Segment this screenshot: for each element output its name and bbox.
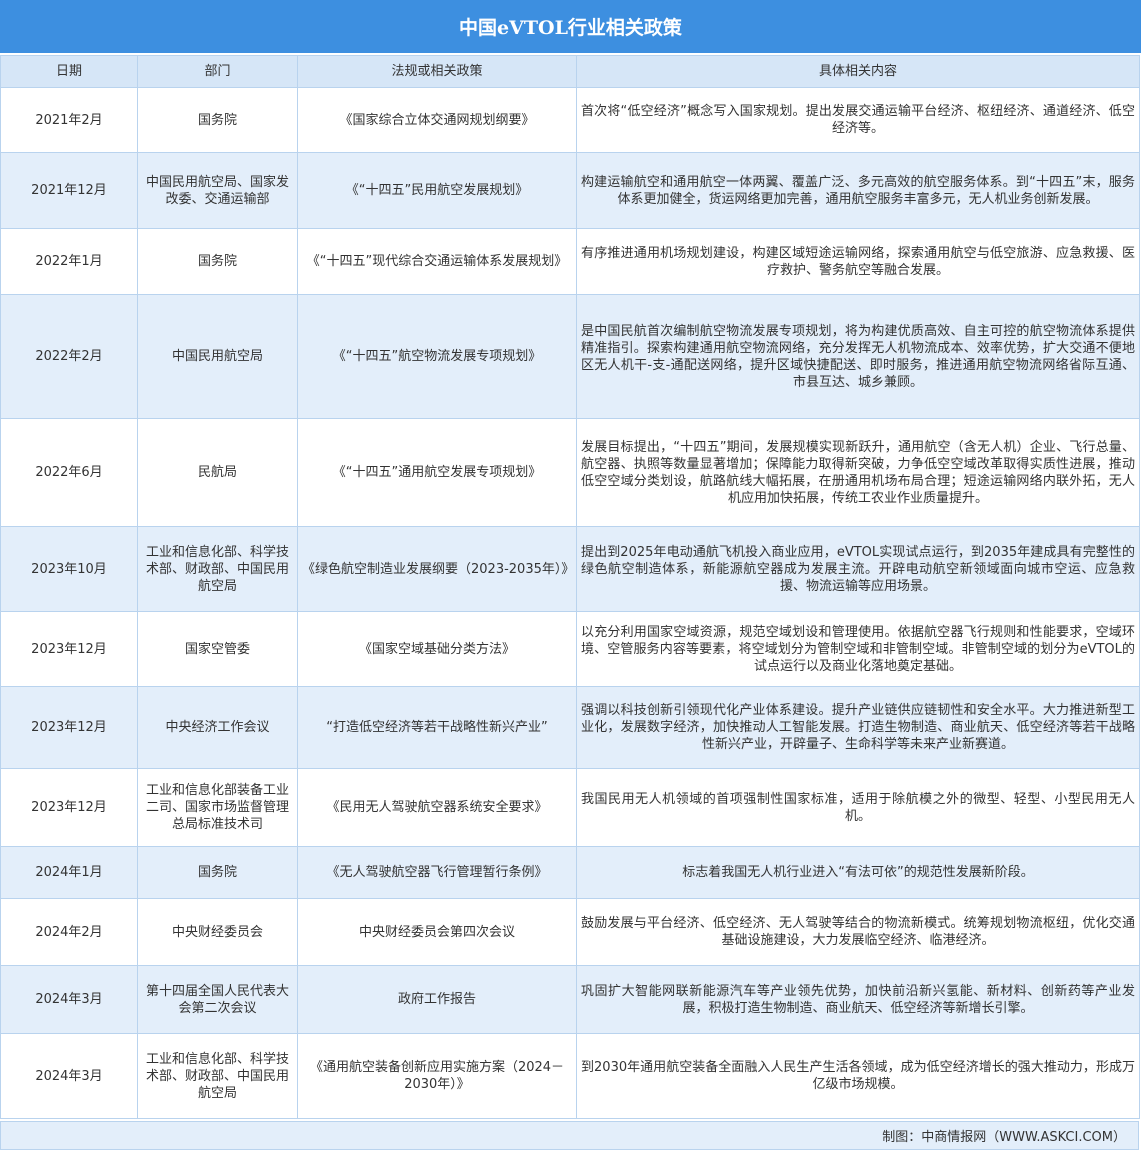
cell-policy: 《国家空域基础分类方法》 bbox=[297, 611, 577, 687]
cell-content: 构建运输航空和通用航空一体两翼、覆盖广泛、多元高效的航空服务体系。到“十四五”末… bbox=[576, 152, 1140, 229]
cell-content: 有序推进通用机场规划建设，构建区域短途运输网络，探索通用航空与低空旅游、应急救援… bbox=[576, 228, 1140, 295]
policy-table: 日期 部门 法规或相关政策 具体相关内容 2021年2月 国务院 《国家综合立体… bbox=[0, 55, 1140, 1119]
cell-department: 工业和信息化部、科学技术部、财政部、中国民用航空局 bbox=[137, 1033, 298, 1119]
cell-department: 国务院 bbox=[137, 228, 298, 295]
table-row: 2024年1月 国务院 《无人驾驶航空器飞行管理暂行条例》 标志着我国无人机行业… bbox=[0, 846, 1140, 899]
cell-policy: “打造低空经济等若干战略性新兴产业” bbox=[297, 686, 577, 769]
cell-date: 2023年10月 bbox=[0, 526, 138, 612]
cell-policy: 《国家综合立体交通网规划纲要》 bbox=[297, 87, 577, 153]
cell-department: 中国民用航空局、国家发改委、交通运输部 bbox=[137, 152, 298, 229]
cell-content: 鼓励发展与平台经济、低空经济、无人驾驶等结合的物流新模式。统筹规划物流枢纽，优化… bbox=[576, 898, 1140, 966]
cell-department: 中央财经委员会 bbox=[137, 898, 298, 966]
cell-policy: 《绿色航空制造业发展纲要（2023-2035年）》 bbox=[297, 526, 577, 612]
table-row: 2024年2月 中央财经委员会 中央财经委员会第四次会议 鼓励发展与平台经济、低… bbox=[0, 898, 1140, 966]
cell-date: 2022年1月 bbox=[0, 228, 138, 295]
cell-policy: 《“十四五”通用航空发展专项规划》 bbox=[297, 418, 577, 527]
cell-content: 是中国民航首次编制航空物流发展专项规划，将为构建优质高效、自主可控的航空物流体系… bbox=[576, 294, 1140, 419]
table-row: 2022年2月 中国民用航空局 《“十四五”航空物流发展专项规划》 是中国民航首… bbox=[0, 294, 1140, 419]
cell-content: 我国民用无人机领域的首项强制性国家标准，适用于除航模之外的微型、轻型、小型民用无… bbox=[576, 768, 1140, 847]
cell-date: 2023年12月 bbox=[0, 611, 138, 687]
cell-policy: 《“十四五”民用航空发展规划》 bbox=[297, 152, 577, 229]
cell-department: 国务院 bbox=[137, 87, 298, 153]
cell-content: 标志着我国无人机行业进入“有法可依”的规范性发展新阶段。 bbox=[576, 846, 1140, 899]
cell-content: 首次将“低空经济”概念写入国家规划。提出发展交通运输平台经济、枢纽经济、通道经济… bbox=[576, 87, 1140, 153]
policy-table-page: 中国eVTOL行业相关政策 日期 部门 法规或相关政策 具体相关内容 2021年… bbox=[0, 0, 1141, 1152]
cell-policy: 《通用航空装备创新应用实施方案（2024－2030年）》 bbox=[297, 1033, 577, 1119]
cell-policy: 《“十四五”航空物流发展专项规划》 bbox=[297, 294, 577, 419]
cell-content: 强调以科技创新引领现代化产业体系建设。提升产业链供应链韧性和安全水平。大力推进新… bbox=[576, 686, 1140, 769]
table-row: 2024年3月 第十四届全国人民代表大会第二次会议 政府工作报告 巩固扩大智能网… bbox=[0, 965, 1140, 1034]
cell-content: 到2030年通用航空装备全面融入人民生产生活各领域，成为低空经济增长的强大推动力… bbox=[576, 1033, 1140, 1119]
cell-date: 2021年12月 bbox=[0, 152, 138, 229]
table-row: 2022年6月 民航局 《“十四五”通用航空发展专项规划》 发展目标提出，“十四… bbox=[0, 418, 1140, 527]
cell-date: 2023年12月 bbox=[0, 768, 138, 847]
table-row: 2023年12月 国家空管委 《国家空域基础分类方法》 以充分利用国家空域资源，… bbox=[0, 611, 1140, 687]
cell-date: 2024年3月 bbox=[0, 1033, 138, 1119]
table-row: 2023年10月 工业和信息化部、科学技术部、财政部、中国民用航空局 《绿色航空… bbox=[0, 526, 1140, 612]
cell-policy: 政府工作报告 bbox=[297, 965, 577, 1034]
cell-content: 提出到2025年电动通航飞机投入商业应用，eVTOL实现试点运行，到2035年建… bbox=[576, 526, 1140, 612]
cell-department: 国务院 bbox=[137, 846, 298, 899]
cell-department: 工业和信息化部、科学技术部、财政部、中国民用航空局 bbox=[137, 526, 298, 612]
cell-department: 工业和信息化部装备工业二司、国家市场监督管理总局标准技术司 bbox=[137, 768, 298, 847]
source-credit: 制图：中商情报网（WWW.ASKCI.COM） bbox=[882, 1130, 1126, 1145]
table-header-row: 日期 部门 法规或相关政策 具体相关内容 bbox=[0, 55, 1140, 88]
cell-department: 第十四届全国人民代表大会第二次会议 bbox=[137, 965, 298, 1034]
header-date: 日期 bbox=[0, 55, 138, 88]
cell-content: 巩固扩大智能网联新能源汽车等产业领先优势，加快前沿新兴氢能、新材料、创新药等产业… bbox=[576, 965, 1140, 1034]
cell-policy: 《民用无人驾驶航空器系统安全要求》 bbox=[297, 768, 577, 847]
cell-policy: 中央财经委员会第四次会议 bbox=[297, 898, 577, 966]
cell-date: 2022年6月 bbox=[0, 418, 138, 527]
cell-policy: 《“十四五”现代综合交通运输体系发展规划》 bbox=[297, 228, 577, 295]
table-row: 2022年1月 国务院 《“十四五”现代综合交通运输体系发展规划》 有序推进通用… bbox=[0, 228, 1140, 295]
table-row: 2021年2月 国务院 《国家综合立体交通网规划纲要》 首次将“低空经济”概念写… bbox=[0, 87, 1140, 153]
cell-date: 2024年2月 bbox=[0, 898, 138, 966]
cell-date: 2023年12月 bbox=[0, 686, 138, 769]
cell-date: 2022年2月 bbox=[0, 294, 138, 419]
cell-department: 中央经济工作会议 bbox=[137, 686, 298, 769]
table-row: 2024年3月 工业和信息化部、科学技术部、财政部、中国民用航空局 《通用航空装… bbox=[0, 1033, 1140, 1119]
cell-content: 以充分利用国家空域资源，规范空域划设和管理使用。依据航空器飞行规则和性能要求，空… bbox=[576, 611, 1140, 687]
cell-date: 2024年3月 bbox=[0, 965, 138, 1034]
table-row: 2023年12月 工业和信息化部装备工业二司、国家市场监督管理总局标准技术司 《… bbox=[0, 768, 1140, 847]
table-row: 2021年12月 中国民用航空局、国家发改委、交通运输部 《“十四五”民用航空发… bbox=[0, 152, 1140, 229]
cell-policy: 《无人驾驶航空器飞行管理暂行条例》 bbox=[297, 846, 577, 899]
cell-content: 发展目标提出，“十四五”期间，发展规模实现新跃升，通用航空（含无人机）企业、飞行… bbox=[576, 418, 1140, 527]
table-row: 2023年12月 中央经济工作会议 “打造低空经济等若干战略性新兴产业” 强调以… bbox=[0, 686, 1140, 769]
cell-date: 2021年2月 bbox=[0, 87, 138, 153]
cell-date: 2024年1月 bbox=[0, 846, 138, 899]
cell-department: 民航局 bbox=[137, 418, 298, 527]
source-footer: 制图：中商情报网（WWW.ASKCI.COM） bbox=[0, 1121, 1139, 1150]
header-department: 部门 bbox=[137, 55, 298, 88]
cell-department: 国家空管委 bbox=[137, 611, 298, 687]
cell-department: 中国民用航空局 bbox=[137, 294, 298, 419]
header-content: 具体相关内容 bbox=[576, 55, 1140, 88]
page-title: 中国eVTOL行业相关政策 bbox=[0, 0, 1141, 53]
header-policy: 法规或相关政策 bbox=[297, 55, 577, 88]
